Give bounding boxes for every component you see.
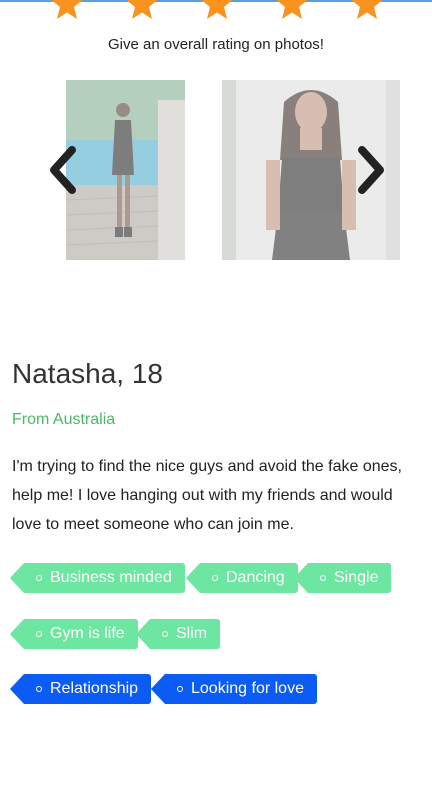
circle-icon	[36, 686, 42, 692]
tag-label: Gym is life	[50, 625, 125, 642]
tag-label: Looking for love	[191, 680, 304, 697]
tag-label: Dancing	[226, 569, 285, 586]
circle-icon	[162, 631, 168, 637]
chevron-right-icon[interactable]	[354, 144, 390, 196]
rating-prompt: Give an overall rating on photos!	[108, 36, 324, 53]
tag-single[interactable]: Single	[293, 563, 392, 593]
tag-dancing[interactable]: Dancing	[186, 563, 298, 593]
tag-label: Slim	[176, 625, 208, 642]
tag-relationship[interactable]: Relationship	[9, 674, 152, 704]
star-icon[interactable]	[273, 0, 311, 22]
chevron-left-icon[interactable]	[44, 144, 80, 196]
tag-business-minded[interactable]: Business minded	[10, 563, 185, 593]
tag-gym-is-life[interactable]: Gym is life	[10, 619, 138, 649]
circle-icon	[36, 575, 42, 581]
tag-label: Single	[334, 569, 379, 586]
circle-icon	[177, 686, 183, 692]
star-icon[interactable]	[198, 0, 236, 22]
tag-label: Relationship	[50, 680, 139, 697]
profile-origin: From Australia	[12, 411, 116, 428]
tag-label: Business minded	[50, 569, 172, 586]
circle-icon	[36, 631, 42, 637]
tag-slim[interactable]: Slim	[135, 619, 221, 649]
star-icon[interactable]	[123, 0, 161, 22]
circle-icon	[212, 575, 218, 581]
profile-name: Natasha, 18	[12, 358, 163, 389]
star-icon[interactable]	[48, 0, 86, 22]
tag-looking-for-love[interactable]: Looking for love	[151, 674, 317, 704]
profile-photo-1[interactable]	[66, 80, 185, 260]
profile-bio: I'm trying to find the nice guys and avo…	[12, 458, 402, 533]
circle-icon	[320, 575, 326, 581]
star-icon[interactable]	[348, 0, 386, 22]
star-rating[interactable]	[0, 0, 432, 26]
